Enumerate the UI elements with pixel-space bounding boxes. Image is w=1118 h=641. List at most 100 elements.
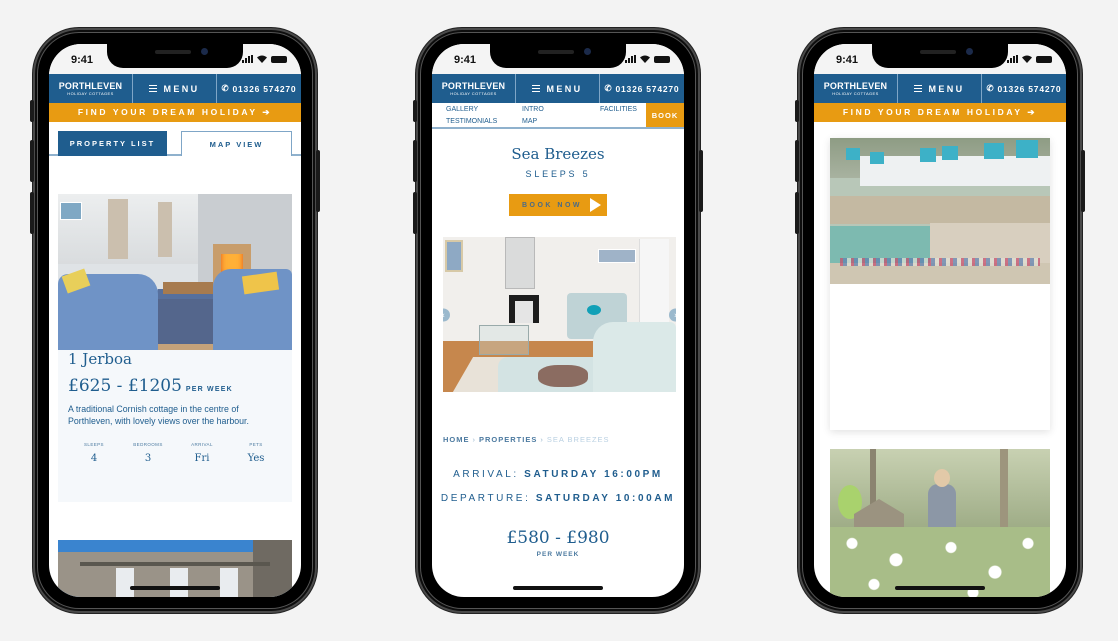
subnav-facilities[interactable]: FACILITIES [600, 104, 637, 116]
battery-icon [1036, 56, 1052, 63]
home-indicator[interactable] [513, 586, 603, 590]
logo-tagline: HOLIDAY COTTAGES [832, 90, 879, 96]
mute-switch [30, 100, 34, 122]
play-arrow-icon [590, 198, 602, 212]
carousel-prev-button[interactable]: ‹ [443, 308, 450, 321]
volume-up-button [30, 140, 34, 182]
phone-link[interactable]: ✆ 01326 574270 [600, 74, 684, 103]
tab-property-list[interactable]: PROPERTY LIST [58, 131, 167, 156]
dream-holiday-banner[interactable]: FIND YOUR DREAM HOLIDAY ➔ [814, 103, 1066, 122]
phone-icon: ✆ [986, 83, 995, 93]
hamburger-icon [532, 85, 541, 92]
phone-icon: ✆ [221, 83, 230, 93]
phone-link[interactable]: ✆ 01326 574270 [982, 74, 1066, 103]
breadcrumb-separator: › [472, 435, 476, 444]
site-logo[interactable]: PORTHLEVEN HOLIDAY COTTAGES [432, 74, 516, 103]
logo-tagline: HOLIDAY COTTAGES [67, 90, 114, 96]
property-description: A traditional Cornish cottage in the cen… [68, 404, 249, 426]
checkin-times: ARRIVAL: SATURDAY 16:00PM DEPARTURE: SAT… [432, 469, 684, 504]
daffodil-garden-photo[interactable] [830, 449, 1050, 597]
subnav-intro[interactable]: INTRO [522, 104, 544, 116]
stat-value: 4 [90, 452, 98, 464]
carousel-next-button[interactable]: › [669, 308, 676, 321]
logo-name: PORTHLEVEN [58, 80, 123, 91]
home-indicator[interactable] [130, 586, 220, 590]
property-price: £625 - £1205 PER WEEK [68, 376, 282, 396]
book-now-button[interactable]: BOOK NOW [508, 194, 608, 216]
stat-value: Yes [247, 452, 265, 464]
wifi-icon [257, 55, 267, 63]
notch [490, 44, 626, 68]
notch [872, 44, 1008, 68]
status-time: 9:41 [836, 54, 859, 66]
site-logo[interactable]: PORTHLEVEN HOLIDAY COTTAGES [49, 74, 133, 103]
battery-icon [271, 56, 287, 63]
stat-arrival: ARRIVAL Fri [180, 442, 224, 464]
top-nav: PORTHLEVEN HOLIDAY COTTAGES MENU ✆ 01326… [49, 74, 301, 103]
food-festival-photo[interactable] [830, 138, 1050, 284]
arrival-row: ARRIVAL: SATURDAY 16:00PM [432, 469, 684, 480]
stat-pets: PETS Yes [234, 442, 278, 464]
property-title: Sea Breezes [511, 145, 605, 163]
phone-icon: ✆ [604, 83, 613, 93]
volume-down-button [795, 192, 799, 234]
property-sleeps: SLEEPS 5 [525, 169, 591, 179]
stat-label: ARRIVAL [191, 441, 213, 447]
volume-up-button [795, 140, 799, 182]
logo-name: PORTHLEVEN [441, 80, 506, 91]
stat-sleeps: SLEEPS 4 [72, 442, 116, 464]
phone-frame-property-detail: 9:41 PORTHLEVEN HOLIDAY COTTAGES MENU ✆ … [413, 28, 703, 613]
battery-icon [654, 56, 670, 63]
property-name[interactable]: 1 Jerboa [68, 350, 282, 368]
breadcrumb-home[interactable]: HOME [443, 435, 470, 444]
notch [107, 44, 243, 68]
stat-value: 3 [144, 452, 152, 464]
price-range: £625 - £1205 [68, 376, 182, 396]
breadcrumb-properties[interactable]: PROPERTIES [479, 435, 537, 444]
stat-label: PETS [249, 441, 263, 447]
blog-post-card[interactable]: Porthleven Food Festival 2019 MARCH 7, 2… [830, 138, 1050, 430]
power-button [316, 150, 320, 212]
volume-down-button [30, 192, 34, 234]
tab-map-view[interactable]: MAP VIEW [181, 131, 292, 156]
phone-link[interactable]: ✆ 01326 574270 [217, 74, 301, 103]
top-nav: PORTHLEVEN HOLIDAY COTTAGES MENU ✆ 01326… [814, 74, 1066, 103]
menu-button[interactable]: MENU [898, 74, 982, 103]
menu-button[interactable]: MENU [516, 74, 600, 103]
menu-button[interactable]: MENU [133, 74, 217, 103]
hamburger-icon [914, 85, 923, 92]
property-photo-living-room[interactable] [58, 194, 292, 350]
home-indicator[interactable] [895, 586, 985, 590]
screen: 9:41 PORTHLEVEN HOLIDAY COTTAGES MENU ✆ … [49, 44, 301, 597]
property-subnav: GALLERY TESTIMONIALS INTRO MAP FACILITIE… [432, 103, 684, 129]
phone-number: 01326 574270 [615, 83, 680, 94]
phone-frame-property-list: 9:41 PORTHLEVEN HOLIDAY COTTAGES MENU ✆ … [30, 28, 320, 613]
status-time: 9:41 [454, 54, 477, 66]
menu-label: MENU [928, 83, 965, 94]
breadcrumb-current: SEA BREEZES [546, 435, 610, 444]
subnav-gallery[interactable]: GALLERY [446, 104, 497, 116]
subnav-testimonials[interactable]: TESTIMONIALS [446, 116, 497, 128]
price-unit: PER WEEK [536, 551, 580, 558]
departure-label: DEPARTURE: [440, 493, 531, 504]
power-button [699, 150, 703, 212]
stat-bedrooms: BEDROOMS 3 [126, 442, 170, 464]
phone-number: 01326 574270 [997, 83, 1062, 94]
departure-value: SATURDAY 10:00AM [535, 493, 676, 504]
view-tabs: PROPERTY LIST MAP VIEW [49, 122, 301, 156]
site-logo[interactable]: PORTHLEVEN HOLIDAY COTTAGES [814, 74, 898, 103]
mute-switch [795, 100, 799, 122]
status-time: 9:41 [71, 54, 94, 66]
arrival-value: SATURDAY 16:00PM [524, 469, 663, 480]
stat-label: SLEEPS [84, 441, 104, 447]
subnav-map[interactable]: MAP [522, 116, 544, 128]
property-price: £580 - £980 [506, 528, 610, 548]
dream-holiday-banner[interactable]: FIND YOUR DREAM HOLIDAY ➔ [49, 103, 301, 122]
top-nav: PORTHLEVEN HOLIDAY COTTAGES MENU ✆ 01326… [432, 74, 684, 103]
carousel-photo-living-room[interactable]: ‹ › [443, 237, 676, 392]
property-card[interactable]: 1 Jerboa £625 - £1205 PER WEEK A traditio… [58, 194, 292, 502]
subnav-book-button[interactable]: BOOK [646, 103, 684, 127]
stat-value: Fri [194, 452, 210, 464]
phone-frame-blog: 9:41 PORTHLEVEN HOLIDAY COTTAGES MENU ✆ … [795, 28, 1085, 613]
breadcrumb-separator: › [540, 435, 544, 444]
